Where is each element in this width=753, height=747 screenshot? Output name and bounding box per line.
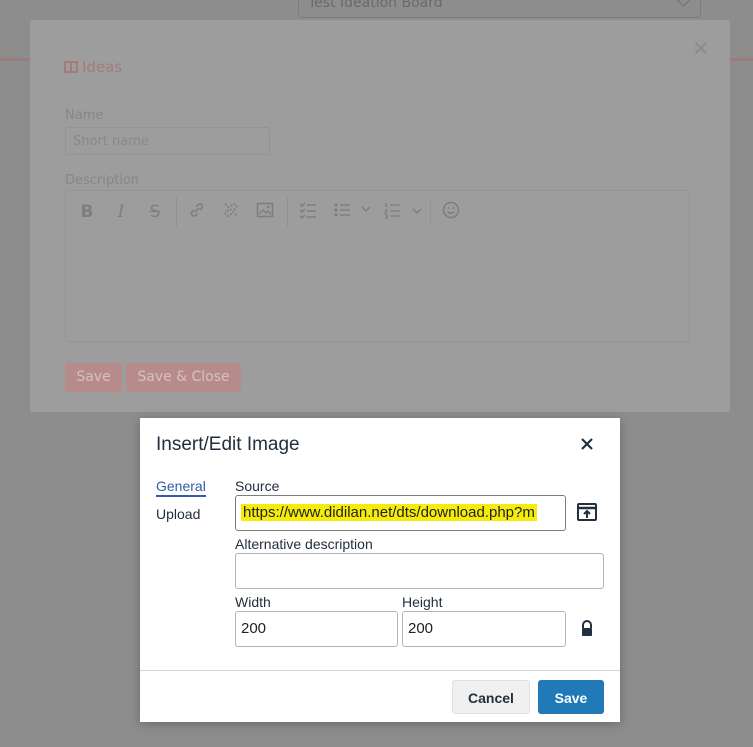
link-icon — [187, 201, 207, 223]
alt-description-label: Alternative description — [235, 536, 373, 552]
italic-icon: I — [117, 202, 125, 222]
source-label: Source — [235, 478, 280, 494]
insert-image-dialog: Insert/Edit Image General Upload Source … — [140, 418, 620, 722]
board-icon — [64, 61, 78, 73]
alt-description-input[interactable] — [235, 553, 604, 589]
save-close-button: Save & Close — [126, 363, 241, 392]
lock-icon[interactable] — [574, 616, 600, 642]
image-icon — [255, 201, 275, 223]
checklist-icon — [298, 201, 318, 223]
description-label: Description — [65, 173, 140, 188]
ideas-title-text: Ideas — [82, 58, 123, 76]
chevron-down-icon — [356, 201, 376, 223]
source-value: https://www.didilan.net/dts/download.php… — [241, 504, 537, 521]
emoji-icon — [441, 201, 461, 223]
height-label: Height — [402, 594, 443, 610]
bold-icon: B — [80, 202, 94, 222]
close-icon: × — [691, 36, 710, 61]
tab-upload[interactable]: Upload — [156, 506, 200, 522]
unlink-icon — [221, 201, 241, 223]
numbered-list-icon — [382, 201, 402, 223]
width-label: Width — [235, 594, 271, 610]
board-select-value: Test Ideation Board — [308, 0, 443, 11]
chevron-down-icon — [677, 0, 690, 7]
close-icon[interactable] — [577, 434, 597, 454]
width-input[interactable]: 200 — [235, 611, 398, 647]
toolbar-separator — [176, 197, 177, 227]
source-input[interactable]: https://www.didilan.net/dts/download.php… — [235, 495, 566, 531]
strikethrough-icon: S — [149, 202, 161, 222]
tab-general[interactable]: General — [156, 478, 206, 497]
name-input: Short name — [65, 127, 270, 155]
save-button: Save — [65, 363, 122, 392]
browse-icon[interactable] — [574, 499, 600, 525]
height-input[interactable]: 200 — [402, 611, 566, 647]
ideas-modal-title: Ideas — [64, 58, 122, 76]
description-editor: B I S — [65, 190, 690, 342]
chevron-down-icon — [407, 201, 427, 223]
ideas-modal: × Ideas Name Short name Description B I … — [30, 20, 730, 412]
cancel-button[interactable]: Cancel — [452, 680, 530, 714]
toolbar-separator — [287, 197, 288, 227]
name-label: Name — [65, 108, 104, 123]
dialog-footer-divider — [140, 670, 620, 671]
board-select: Test Ideation Board — [298, 0, 701, 18]
toolbar-separator — [430, 197, 431, 227]
save-button[interactable]: Save — [538, 680, 604, 714]
dialog-title: Insert/Edit Image — [156, 434, 300, 455]
bullet-list-icon — [332, 201, 352, 223]
